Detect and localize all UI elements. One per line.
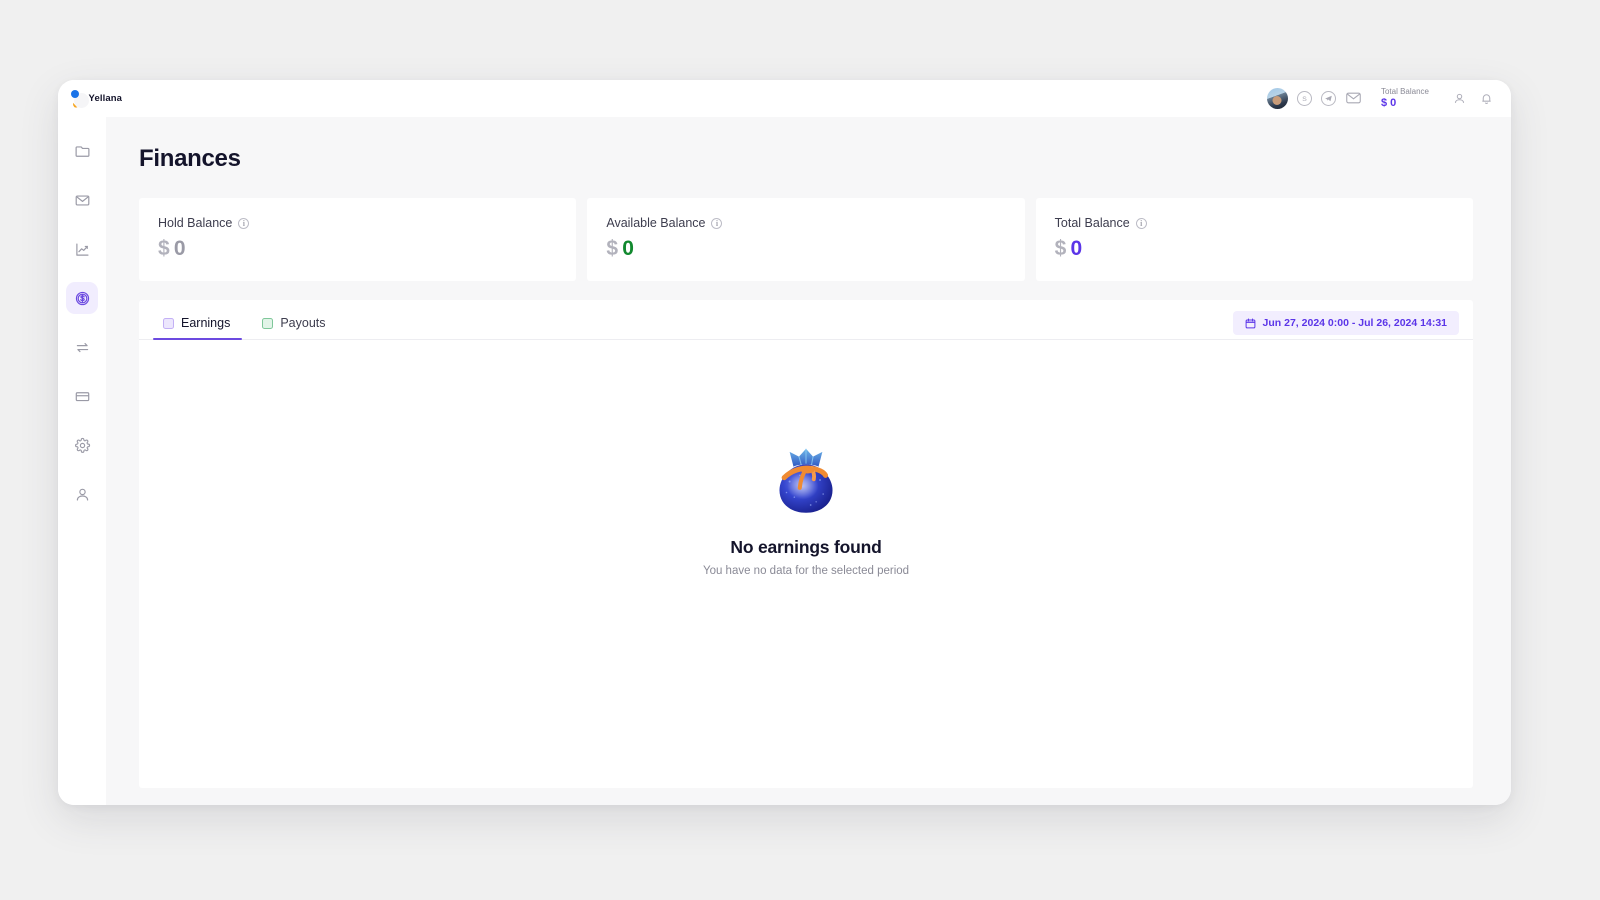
tab-payouts-label: Payouts [280, 316, 326, 330]
transactions-panel: Earnings Payouts Jun 27, 2024 0:00 - Jul… [139, 300, 1473, 788]
header-balance-label: Total Balance [1380, 87, 1429, 97]
brand-name: Yellana [88, 93, 122, 104]
swap-arrows-icon [74, 339, 91, 356]
sidebar-item-profile[interactable] [66, 478, 98, 510]
sidebar-item-transfers[interactable] [66, 331, 98, 363]
total-balance-label: Total Balance [1054, 216, 1130, 230]
hold-balance-value: 0 [173, 237, 186, 260]
sidebar [58, 117, 106, 805]
panel-header: Earnings Payouts Jun 27, 2024 0:00 - Jul… [139, 300, 1473, 340]
balance-cards-row: Hold Balance i $0 Available Balance i $ … [139, 198, 1473, 281]
payouts-swatch-icon [262, 317, 274, 329]
telegram-icon[interactable] [1320, 90, 1336, 106]
content-area: Finances Hold Balance i $0 Available Bal… [106, 117, 1511, 805]
currency-symbol: $ [1054, 237, 1067, 260]
empty-state-title: No earnings found [730, 537, 882, 557]
tab-earnings-label: Earnings [181, 316, 231, 330]
hold-balance-label: Hold Balance [158, 216, 233, 230]
date-range-text: Jun 27, 2024 0:00 - Jul 26, 2024 14:31 [1262, 317, 1447, 329]
available-balance-card: Available Balance i $0 [587, 198, 1025, 281]
app-window: Yellana S Total Balance $ 0 Finances Hol… [58, 80, 1511, 805]
empty-state: No earnings found You have no data for t… [139, 340, 1473, 788]
header-balance-value: $ 0 [1380, 97, 1397, 110]
header-balance: Total Balance $ 0 [1381, 87, 1429, 110]
chart-icon [74, 241, 91, 258]
sidebar-item-cards[interactable] [66, 380, 98, 412]
tab-bar: Earnings Payouts [153, 311, 338, 340]
person-icon [74, 486, 91, 503]
currency-symbol: $ [158, 237, 170, 260]
credit-card-icon [74, 388, 91, 405]
mail-icon[interactable] [1345, 91, 1362, 106]
tab-payouts[interactable]: Payouts [252, 311, 337, 340]
sidebar-item-projects[interactable] [66, 135, 98, 167]
earnings-swatch-icon [163, 317, 174, 329]
svg-text:S: S [1302, 96, 1307, 103]
calendar-icon [1245, 318, 1256, 329]
bell-icon[interactable] [1477, 89, 1495, 107]
top-bar-right: S Total Balance $ 0 [1266, 87, 1499, 110]
page-title: Finances [139, 145, 241, 172]
top-bar: Yellana S Total Balance $ 0 [58, 80, 1511, 117]
brand-logo[interactable]: Yellana [70, 89, 122, 108]
skype-icon[interactable]: S [1296, 90, 1312, 106]
money-bag-illustration [767, 441, 845, 519]
hold-balance-card: Hold Balance i $0 [139, 198, 577, 281]
total-balance-card: Total Balance i $0 [1035, 198, 1473, 281]
folder-icon [74, 143, 91, 160]
crescent-dot-logo-icon [70, 89, 89, 108]
total-balance-value: 0 [1070, 237, 1083, 260]
envelope-icon [74, 192, 91, 209]
dollar-coin-icon [74, 290, 91, 307]
sidebar-item-finances[interactable] [66, 282, 98, 314]
avatar[interactable] [1266, 87, 1288, 109]
gear-icon [74, 437, 91, 454]
info-icon[interactable]: i [711, 217, 723, 229]
info-icon[interactable]: i [238, 217, 250, 229]
empty-state-subtitle: You have no data for the selected period [702, 565, 910, 577]
currency-symbol: $ [606, 237, 619, 260]
available-balance-label: Available Balance [606, 216, 706, 230]
info-icon[interactable]: i [1135, 217, 1147, 229]
available-balance-amount: $0 [606, 237, 1005, 261]
date-range-picker[interactable]: Jun 27, 2024 0:00 - Jul 26, 2024 14:31 [1232, 311, 1459, 335]
hold-balance-amount: $0 [158, 237, 557, 261]
sidebar-item-messages[interactable] [66, 184, 98, 216]
sidebar-item-settings[interactable] [66, 429, 98, 461]
user-icon[interactable] [1450, 89, 1468, 107]
tab-earnings[interactable]: Earnings [153, 311, 243, 340]
sidebar-item-statistics[interactable] [66, 233, 98, 265]
app-body: Finances Hold Balance i $0 Available Bal… [58, 117, 1511, 805]
total-balance-amount: $0 [1055, 237, 1454, 261]
available-balance-value: 0 [622, 237, 635, 260]
